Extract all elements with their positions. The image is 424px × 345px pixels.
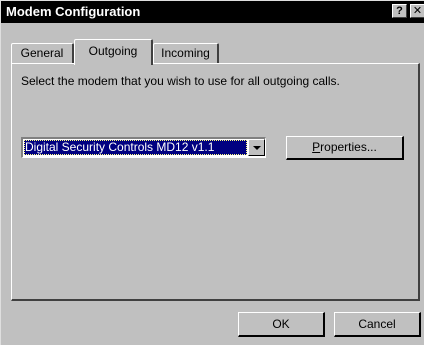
properties-label: roperties...	[320, 140, 377, 154]
close-button[interactable]: ✕	[410, 4, 424, 18]
tab-label: General	[20, 46, 64, 60]
ok-button[interactable]: OK	[238, 312, 325, 337]
outgoing-tab-panel: Select the modem that you wish to use fo…	[11, 63, 420, 301]
properties-button[interactable]: Properties...	[286, 136, 404, 160]
tab-strip: General Outgoing Incoming	[11, 39, 421, 65]
tab-incoming[interactable]: Incoming	[153, 43, 219, 63]
tab-label: Outgoing	[88, 44, 138, 58]
modem-select[interactable]: Digital Security Controls MD12 v1.1	[21, 137, 266, 158]
instruction-text: Select the modem that you wish to use fo…	[21, 74, 340, 88]
modem-select-value: Digital Security Controls MD12 v1.1	[24, 140, 247, 155]
window-title: Modem Configuration	[6, 4, 141, 19]
dropdown-arrow-button[interactable]	[248, 139, 265, 156]
tab-outgoing[interactable]: Outgoing	[74, 39, 153, 65]
close-icon: ✕	[412, 5, 423, 17]
properties-mnemonic: P	[312, 140, 321, 154]
modem-configuration-dialog: Modem Configuration ? ✕ General Outgoing…	[0, 0, 424, 345]
tab-label: Incoming	[161, 46, 210, 60]
help-button[interactable]: ?	[392, 4, 407, 18]
cancel-button[interactable]: Cancel	[334, 312, 421, 337]
tab-general[interactable]: General	[11, 43, 74, 63]
title-bar[interactable]: Modem Configuration ? ✕	[1, 1, 424, 23]
